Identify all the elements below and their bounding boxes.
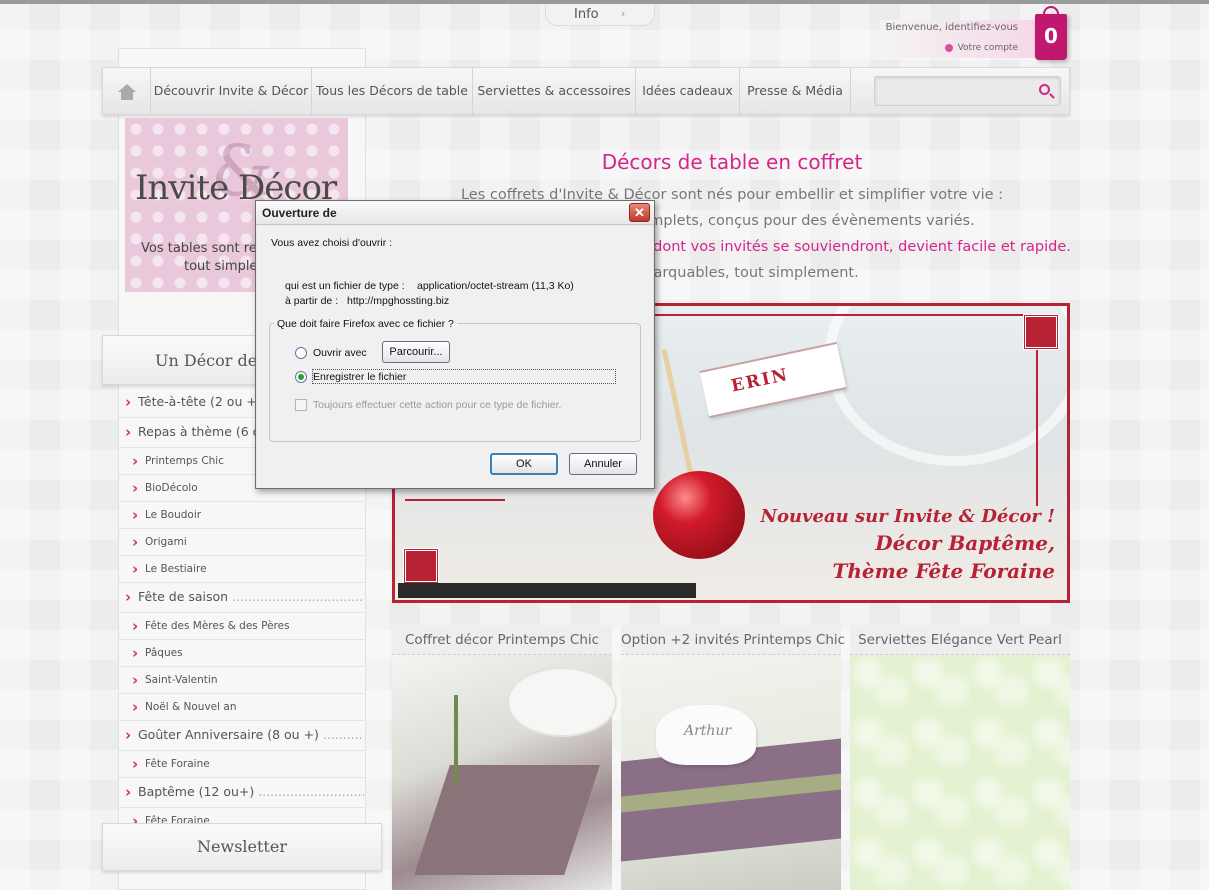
newsletter-heading[interactable]: Newsletter xyxy=(102,823,382,871)
shopping-bag-icon xyxy=(1043,6,1059,18)
name-flag: ERIN xyxy=(699,341,847,419)
banner-announcement: Nouveau sur Invite & Décor ! Décor Baptê… xyxy=(761,506,1055,583)
home-button[interactable] xyxy=(103,68,151,114)
category-label: Fête de saison xyxy=(138,589,229,604)
cancel-button[interactable]: Annuler xyxy=(569,453,637,475)
file-source-value: http://mpghossting.biz xyxy=(347,295,450,307)
nav-item-discover[interactable]: Découvrir Invite & Décor xyxy=(151,68,312,114)
file-type-value: application/octet-stream (11,3 Ko) xyxy=(417,280,574,292)
nav-item-gift-ideas[interactable]: Idées cadeaux xyxy=(636,68,740,114)
search-input[interactable] xyxy=(874,76,1061,106)
account-panel: Bienvenue, identifiez-vous Votre compte xyxy=(880,20,1040,58)
home-icon xyxy=(118,84,136,100)
subcategory-item[interactable]: Le Boudoir xyxy=(118,502,364,529)
subcategory-item[interactable]: Fête des Mères & des Pères xyxy=(118,613,364,640)
logo-tagline: Vos tables sont re tout simple xyxy=(141,241,258,274)
subcategory-item[interactable]: Fête Foraine xyxy=(118,751,364,778)
category-label: Le Boudoir xyxy=(145,509,202,521)
account-link[interactable]: Votre compte xyxy=(944,43,1018,53)
category-label: BioDécolo xyxy=(145,482,198,494)
category-label: Origami xyxy=(145,536,187,548)
always-do-checkbox[interactable] xyxy=(295,399,307,411)
category-item[interactable]: Goûter Anniversaire (8 ou +) ...........… xyxy=(118,721,364,751)
dialog-intro: Vous avez choisi d'ouvrir : xyxy=(271,237,393,249)
frame-line xyxy=(1036,346,1038,506)
slideshow-progress-bar xyxy=(398,583,696,598)
product-card[interactable]: Option +2 invités Printemps Chic Arthur xyxy=(621,625,845,890)
file-open-dialog: Ouverture de ✕ Vous avez choisi d'ouvrir… xyxy=(255,200,655,489)
ornament-icon xyxy=(1023,314,1059,350)
open-with-radio[interactable] xyxy=(295,347,307,359)
close-icon[interactable]: ✕ xyxy=(629,203,650,222)
always-do-label: Toujours effectuer cette action pour ce … xyxy=(313,399,562,411)
file-type-label: qui est un fichier de type : xyxy=(285,280,405,292)
page-title: Décors de table en coffret xyxy=(601,150,863,174)
product-image[interactable]: Arthur xyxy=(621,655,841,890)
nav-item-press[interactable]: Presse & Média xyxy=(740,68,851,114)
butterfly-card: Arthur xyxy=(656,705,756,765)
banner-line-1: Nouveau sur Invite & Décor ! xyxy=(760,506,1055,527)
chevron-right-icon: › xyxy=(621,7,626,20)
user-icon xyxy=(944,43,953,52)
category-label: Fête des Mères & des Pères xyxy=(145,620,290,632)
info-tab-label: Info xyxy=(574,7,599,22)
subcategory-item[interactable]: Origami xyxy=(118,529,364,556)
main-navigation: Découvrir Invite & Décor Tous les Décors… xyxy=(102,67,1070,115)
info-tab[interactable]: Info › xyxy=(545,4,655,26)
category-label: Le Bestiaire xyxy=(145,563,207,575)
subcategory-item[interactable]: Noël & Nouvel an xyxy=(118,694,364,721)
ornament-icon xyxy=(403,548,439,584)
category-label: Noël & Nouvel an xyxy=(145,701,237,713)
frame-line xyxy=(655,314,1035,316)
category-item[interactable]: Baptême (12 ou+) .......................… xyxy=(118,778,364,808)
category-label: Goûter Anniversaire (8 ou +) xyxy=(138,727,319,742)
nav-item-all-decors[interactable]: Tous les Décors de table xyxy=(312,68,473,114)
product-title[interactable]: Coffret décor Printemps Chic xyxy=(392,625,612,655)
category-label: Tête-à-tête (2 ou +) xyxy=(138,394,262,409)
category-label: Printemps Chic xyxy=(145,455,224,467)
category-label: Fête Foraine xyxy=(145,758,210,770)
subcategory-item[interactable]: Le Bestiaire xyxy=(118,556,364,583)
product-card[interactable]: Serviettes Elégance Vert Pearl xyxy=(850,625,1070,890)
product-title[interactable]: Option +2 invités Printemps Chic xyxy=(621,625,845,655)
product-image[interactable] xyxy=(392,655,617,890)
banner-line-3: Thème Fête Foraine xyxy=(832,559,1055,583)
save-file-label[interactable]: Enregistrer le fichier xyxy=(313,371,406,383)
action-question: Que doit faire Firefox avec ce fichier ? xyxy=(274,318,457,330)
dotted-leader: .............................. xyxy=(258,784,364,799)
category-label: Repas à thème (6 ou xyxy=(138,424,269,439)
file-source-label: à partir de : xyxy=(285,295,339,307)
red-apple xyxy=(653,471,745,559)
product-card[interactable]: Coffret décor Printemps Chic xyxy=(392,625,617,890)
dotted-leader: ........................................ xyxy=(232,589,364,604)
category-label: Pâques xyxy=(145,647,183,659)
banner-line-2: Décor Baptême, xyxy=(875,531,1055,555)
ok-button[interactable]: OK xyxy=(490,453,558,475)
search-icon[interactable] xyxy=(1039,84,1050,95)
cart-count: 0 xyxy=(1044,24,1058,48)
open-with-label[interactable]: Ouvrir avec xyxy=(313,347,367,359)
subcategory-item[interactable]: Saint-Valentin xyxy=(118,667,364,694)
browse-button[interactable]: Parcourir... xyxy=(382,341,450,363)
category-label: Saint-Valentin xyxy=(145,674,218,686)
category-label: Baptême (12 ou+) xyxy=(138,784,255,799)
product-title[interactable]: Serviettes Elégance Vert Pearl xyxy=(850,625,1070,655)
cart-button[interactable]: 0 xyxy=(1035,6,1067,60)
save-file-radio[interactable] xyxy=(295,371,307,383)
category-item[interactable]: Fête de saison .........................… xyxy=(118,583,364,613)
dialog-title: Ouverture de xyxy=(262,206,337,220)
flag-text: ERIN xyxy=(729,364,791,397)
dialog-titlebar[interactable]: Ouverture de ✕ xyxy=(256,201,654,225)
welcome-link[interactable]: Bienvenue, identifiez-vous xyxy=(886,22,1018,33)
subcategory-item[interactable]: Pâques xyxy=(118,640,364,667)
nav-item-napkins[interactable]: Serviettes & accessoires xyxy=(473,68,636,114)
account-link-label: Votre compte xyxy=(957,43,1018,53)
product-image[interactable] xyxy=(850,655,1070,890)
dotted-leader: ................ xyxy=(322,727,364,742)
frame-line xyxy=(405,499,505,501)
